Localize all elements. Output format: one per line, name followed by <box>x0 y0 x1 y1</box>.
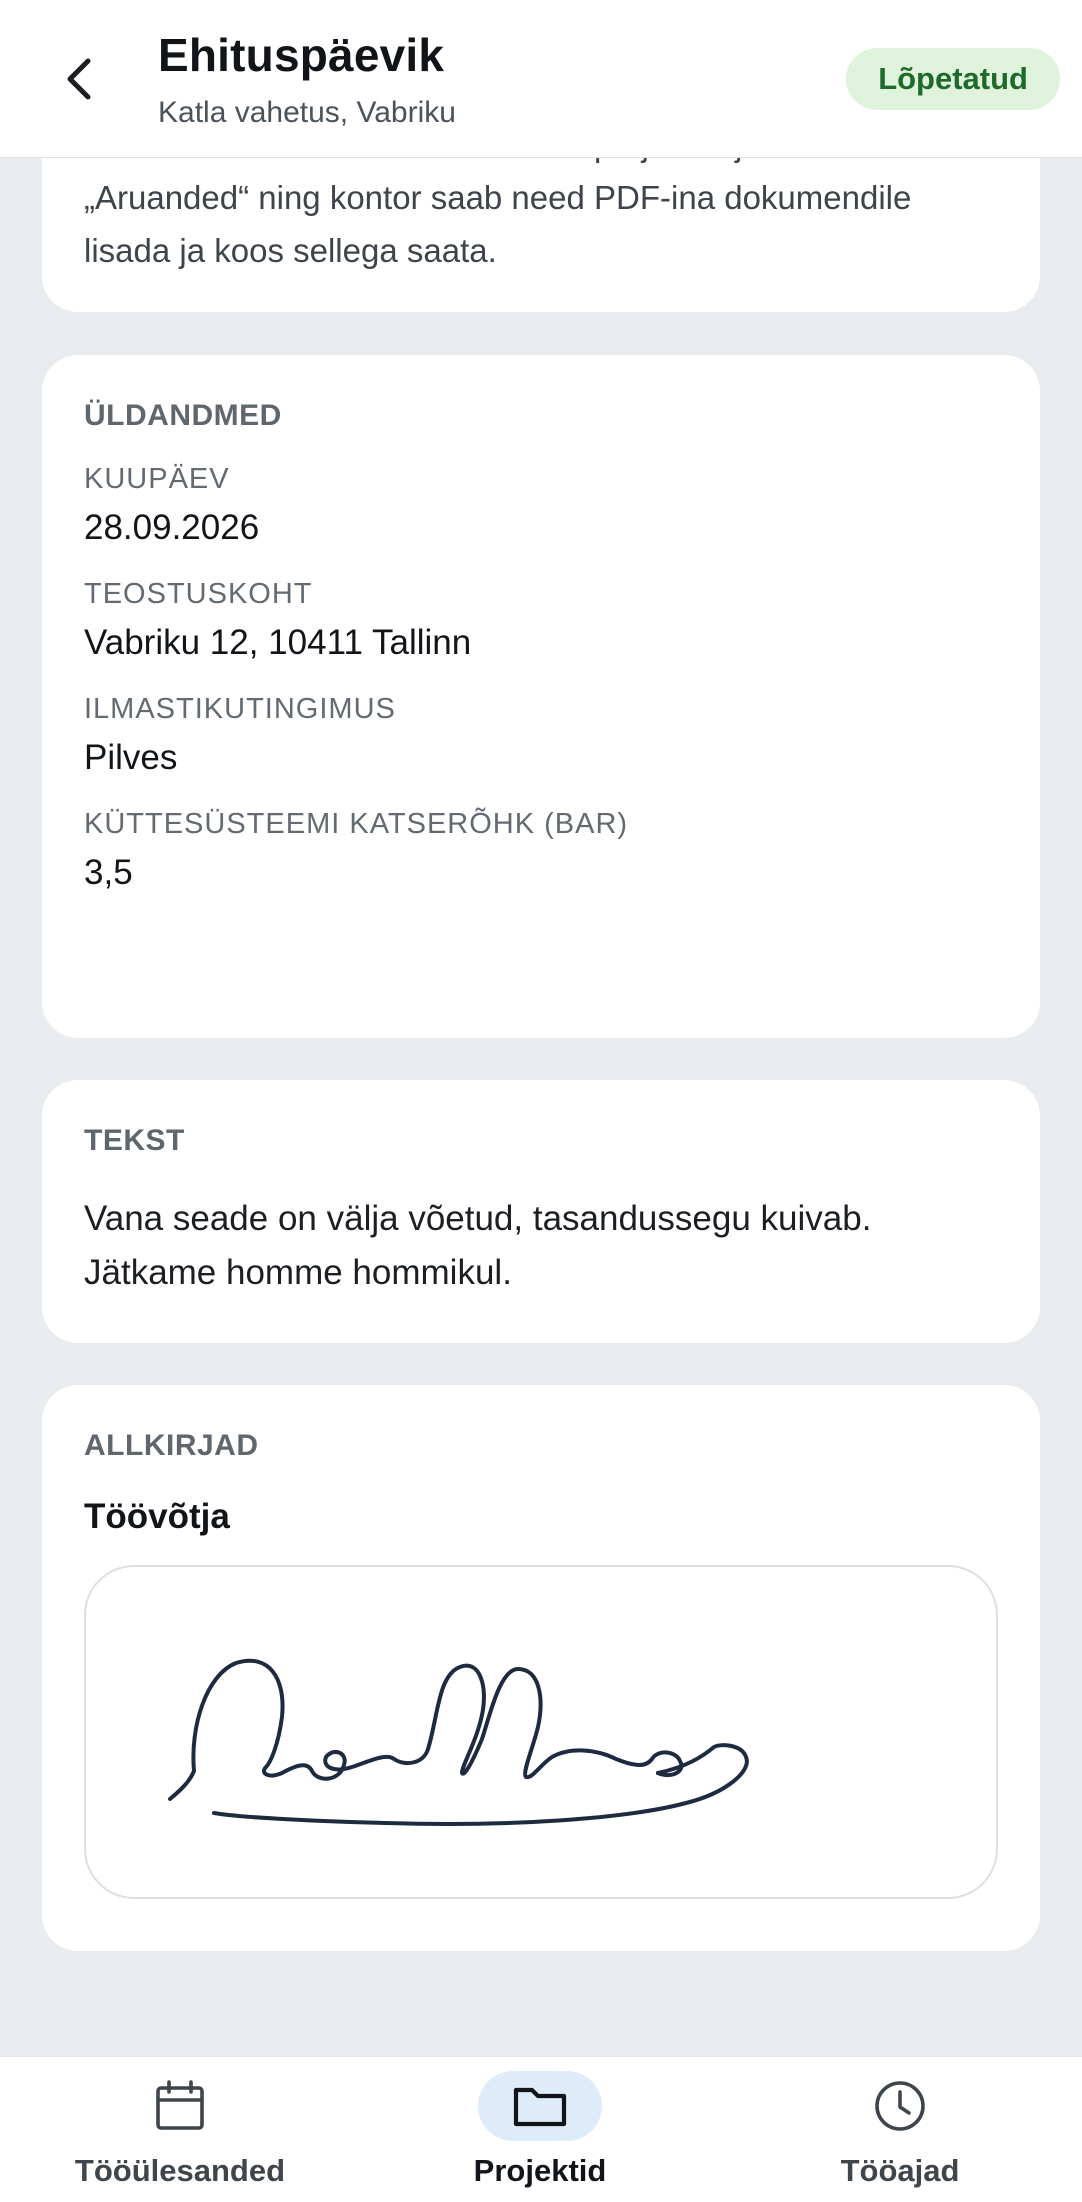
bottom-navigation: Tööülesanded Projektid Tööajad <box>0 2056 1082 2202</box>
section-title-text: TEKST <box>84 1124 185 1157</box>
chevron-left-icon <box>67 58 91 100</box>
signer-name: Töövõtja <box>84 1497 230 1536</box>
section-title-general: ÜLDANDMED <box>84 399 282 432</box>
signature-box <box>84 1565 998 1899</box>
nav-icon-wrap <box>118 2071 242 2141</box>
folder-icon <box>513 2087 567 2127</box>
section-title-signatures: ALLKIRJAD <box>84 1429 259 1462</box>
nav-icon-wrap <box>838 2071 962 2141</box>
field-value: Vabriku 12, 10411 Tallinn <box>84 623 472 662</box>
field-label: KÜTTESÜSTEEMI KATSERÕHK (BAR) <box>84 808 629 840</box>
field-value: 3,5 <box>84 853 133 892</box>
nav-label: Tööülesanded <box>74 2153 286 2188</box>
nav-item-tasks[interactable]: Tööülesanded <box>30 2057 330 2202</box>
field-value: Pilves <box>84 738 178 777</box>
text-card: TEKST Vana seade on välja võetud, tasand… <box>42 1080 1040 1343</box>
page-title: Ehituspäevik <box>158 29 445 81</box>
nav-item-projects[interactable]: Projektid <box>390 2057 690 2202</box>
status-badge: Lõpetatud <box>846 48 1060 110</box>
app-header: Ehituspäevik Katla vahetus, Vabriku Lõpe… <box>0 0 1082 158</box>
field-label: KUUPÄEV <box>84 463 230 495</box>
nav-label: Tööajad <box>840 2153 960 2188</box>
field-test-pressure: KÜTTESÜSTEEMI KATSERÕHK (BAR) 3,5 <box>84 808 998 893</box>
nav-item-times[interactable]: Tööajad <box>750 2057 1050 2202</box>
nav-label: Projektid <box>473 2153 607 2188</box>
field-label: ILMASTIKUTINGIMUS <box>84 693 396 725</box>
back-button[interactable] <box>48 44 112 114</box>
general-data-card: ÜLDANDMED KUUPÄEV 28.09.2026 TEOSTUSKOHT… <box>42 355 1040 1038</box>
signatures-card: ALLKIRJAD Töövõtja <box>42 1385 1040 1951</box>
app-root: salvestatakse. Kontoris leiab need proje… <box>0 0 1082 2202</box>
nav-icon-wrap <box>478 2071 602 2141</box>
field-date: KUUPÄEV 28.09.2026 <box>84 463 998 548</box>
field-weather: ILMASTIKUTINGIMUS Pilves <box>84 693 998 778</box>
calendar-icon <box>156 2080 204 2130</box>
field-location: TEOSTUSKOHT Vabriku 12, 10411 Tallinn <box>84 578 998 663</box>
clock-icon <box>875 2081 925 2131</box>
field-label: TEOSTUSKOHT <box>84 578 313 610</box>
page-subtitle: Katla vahetus, Vabriku <box>158 96 456 129</box>
text-body: Vana seade on välja võetud, tasandussegu… <box>84 1199 872 1292</box>
field-value: 28.09.2026 <box>84 508 260 547</box>
signature-drawing <box>168 1658 749 1827</box>
